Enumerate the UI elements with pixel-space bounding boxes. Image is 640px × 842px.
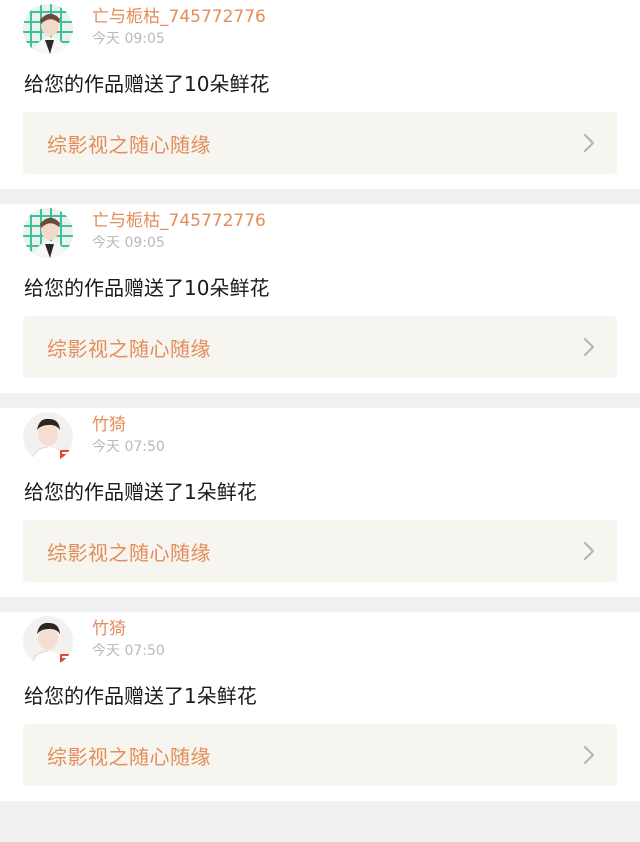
notification-header: 竹猗 今天 07:50 — [23, 614, 165, 668]
chevron-right-icon — [583, 541, 595, 561]
chevron-right-icon — [583, 337, 595, 357]
notification-card: 亡与栀枯_745772776 今天 09:05 给您的作品赠送了10朵鲜花 综影… — [0, 204, 640, 393]
timestamp: 今天 09:05 — [92, 30, 165, 47]
notification-message: 给您的作品赠送了10朵鲜花 — [24, 72, 270, 96]
notification-card: 竹猗 今天 07:50 给您的作品赠送了1朵鲜花 综影视之随心随缘 — [0, 408, 640, 597]
notification-header: 亡与栀枯_745772776 今天 09:05 — [23, 2, 266, 56]
work-link-button[interactable]: 综影视之随心随缘 — [23, 316, 617, 378]
notification-meta: 亡与栀枯_745772776 今天 09:05 — [92, 7, 266, 49]
avatar-portrait-icon[interactable] — [23, 616, 73, 666]
notification-meta: 亡与栀枯_745772776 今天 09:05 — [92, 211, 266, 253]
work-title: 综影视之随心随缘 — [47, 744, 211, 769]
notification-card: 亡与栀枯_745772776 今天 09:05 给您的作品赠送了10朵鲜花 综影… — [0, 0, 640, 189]
username-link[interactable]: 亡与栀枯_745772776 — [92, 210, 266, 232]
work-link-button[interactable]: 综影视之随心随缘 — [23, 112, 617, 174]
avatar-green-grid-icon[interactable] — [23, 4, 73, 54]
timestamp: 今天 07:50 — [92, 438, 165, 455]
timestamp: 今天 09:05 — [92, 234, 165, 251]
work-link-button[interactable]: 综影视之随心随缘 — [23, 724, 617, 786]
notification-message: 给您的作品赠送了1朵鲜花 — [24, 480, 257, 504]
username-link[interactable]: 竹猗 — [92, 414, 165, 436]
work-link-button[interactable]: 综影视之随心随缘 — [23, 520, 617, 582]
notification-header: 亡与栀枯_745772776 今天 09:05 — [23, 206, 266, 260]
work-title: 综影视之随心随缘 — [47, 540, 211, 565]
chevron-right-icon — [583, 745, 595, 765]
avatar-green-grid-icon[interactable] — [23, 208, 73, 258]
work-title: 综影视之随心随缘 — [47, 336, 211, 361]
notification-message: 给您的作品赠送了1朵鲜花 — [24, 684, 257, 708]
notification-meta: 竹猗 今天 07:50 — [92, 415, 165, 457]
notification-card: 竹猗 今天 07:50 给您的作品赠送了1朵鲜花 综影视之随心随缘 — [0, 612, 640, 801]
timestamp: 今天 07:50 — [92, 642, 165, 659]
username-link[interactable]: 竹猗 — [92, 618, 165, 640]
notification-message: 给您的作品赠送了10朵鲜花 — [24, 276, 270, 300]
username-link[interactable]: 亡与栀枯_745772776 — [92, 6, 266, 28]
notification-header: 竹猗 今天 07:50 — [23, 410, 165, 464]
notification-feed: 亡与栀枯_745772776 今天 09:05 给您的作品赠送了10朵鲜花 综影… — [0, 0, 640, 801]
chevron-right-icon — [583, 133, 595, 153]
work-title: 综影视之随心随缘 — [47, 132, 211, 157]
avatar-portrait-icon[interactable] — [23, 412, 73, 462]
notification-meta: 竹猗 今天 07:50 — [92, 619, 165, 661]
